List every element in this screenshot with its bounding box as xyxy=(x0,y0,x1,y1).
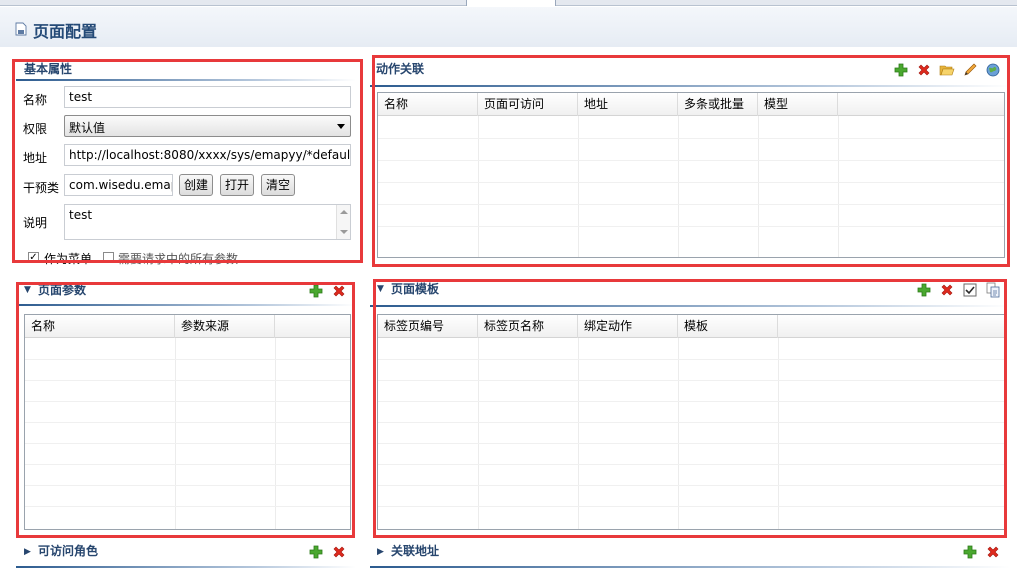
templates-section-divider xyxy=(370,305,1010,307)
editor-tab-strip xyxy=(0,0,1017,6)
page-title: 页面配置 xyxy=(33,22,98,41)
x-icon[interactable] xyxy=(331,283,347,299)
description-scrollbar[interactable] xyxy=(336,205,350,239)
chevron-down-icon xyxy=(337,124,345,129)
name-label: 名称 xyxy=(23,93,48,107)
plus-icon[interactable] xyxy=(962,544,978,560)
x-icon[interactable] xyxy=(985,544,1001,560)
params-col-name[interactable]: 名称 xyxy=(25,315,175,338)
params-section-title: 页面参数 xyxy=(38,283,87,297)
page-document-icon xyxy=(15,22,27,36)
actions-section-title: 动作关联 xyxy=(376,62,425,76)
permission-select[interactable]: 默认值 xyxy=(64,115,351,137)
need-params-checkbox[interactable] xyxy=(103,252,114,263)
address-input[interactable]: http://localhost:8080/xxxx/sys/emapyy/*d… xyxy=(64,144,351,166)
collapse-triangle-icon[interactable]: ▼ xyxy=(377,284,384,294)
description-text: test xyxy=(69,208,93,222)
templates-table-header: 标签页编号 标签页名称 绑定动作 模板 xyxy=(378,315,1004,338)
params-section-divider xyxy=(16,304,356,306)
roles-section-title: 可访问角色 xyxy=(38,544,99,558)
as-menu-checkbox[interactable]: ✓ xyxy=(28,252,39,263)
actions-col-model[interactable]: 模型 xyxy=(758,93,838,116)
as-menu-label: 作为菜单 xyxy=(44,252,93,266)
copy-icon[interactable] xyxy=(985,282,1001,298)
plus-icon[interactable] xyxy=(916,282,932,298)
description-textarea[interactable]: test xyxy=(64,204,351,240)
collapse-triangle-icon[interactable]: ▼ xyxy=(24,285,31,295)
clear-button[interactable]: 清空 xyxy=(261,174,295,196)
expand-triangle-icon[interactable]: ▶ xyxy=(24,547,31,557)
actions-col-name[interactable]: 名称 xyxy=(378,93,478,116)
actions-table: 名称 页面可访问 地址 多条或批量 模型 xyxy=(377,92,1005,258)
folder-icon[interactable] xyxy=(939,62,955,78)
scroll-down-icon[interactable] xyxy=(340,230,348,234)
description-label: 说明 xyxy=(23,216,48,230)
intervene-class-label: 干预类 xyxy=(23,181,60,195)
actions-col-accessible[interactable]: 页面可访问 xyxy=(478,93,578,116)
templates-col-template[interactable]: 模板 xyxy=(678,315,778,338)
templates-col-bound-action[interactable]: 绑定动作 xyxy=(578,315,678,338)
actions-section-divider xyxy=(370,85,1010,87)
globe-icon[interactable] xyxy=(985,62,1001,78)
permission-select-value: 默认值 xyxy=(69,121,106,135)
title-bar: 页面配置 xyxy=(0,7,1017,47)
actions-col-address[interactable]: 地址 xyxy=(578,93,678,116)
plus-icon[interactable] xyxy=(308,283,324,299)
need-params-label: 需要请求中的所有参数 xyxy=(118,252,239,266)
params-table-header: 名称 参数来源 xyxy=(25,315,350,338)
plus-icon[interactable] xyxy=(308,544,324,560)
x-icon[interactable] xyxy=(916,62,932,78)
templates-col-tab-number[interactable]: 标签页编号 xyxy=(378,315,478,338)
templates-col-tab-name[interactable]: 标签页名称 xyxy=(478,315,578,338)
address-label: 地址 xyxy=(23,151,48,165)
check-icon[interactable] xyxy=(962,282,978,298)
plus-icon[interactable] xyxy=(893,62,909,78)
expand-triangle-icon[interactable]: ▶ xyxy=(377,547,384,557)
pencil-icon[interactable] xyxy=(962,62,978,78)
basic-section-title: 基本属性 xyxy=(24,62,73,76)
actions-col-batch[interactable]: 多条或批量 xyxy=(678,93,758,116)
create-button[interactable]: 创建 xyxy=(179,174,213,196)
active-editor-tab[interactable] xyxy=(466,0,556,6)
permission-label: 权限 xyxy=(23,122,48,136)
name-input[interactable]: test xyxy=(64,86,351,108)
templates-section-title: 页面模板 xyxy=(391,282,440,296)
links-section-title: 关联地址 xyxy=(391,544,440,558)
links-section-divider xyxy=(370,566,1010,568)
templates-table: 标签页编号 标签页名称 绑定动作 模板 xyxy=(377,314,1005,530)
basic-section-divider xyxy=(16,79,356,81)
x-icon[interactable] xyxy=(939,282,955,298)
params-table: 名称 参数来源 xyxy=(24,314,351,530)
actions-table-header: 名称 页面可访问 地址 多条或批量 模型 xyxy=(378,93,1004,116)
open-button[interactable]: 打开 xyxy=(220,174,254,196)
roles-section-divider xyxy=(16,566,356,568)
params-col-source[interactable]: 参数来源 xyxy=(175,315,275,338)
intervene-class-input[interactable]: com.wisedu.emap xyxy=(64,174,173,196)
scroll-up-icon[interactable] xyxy=(340,210,348,214)
x-icon[interactable] xyxy=(331,544,347,560)
